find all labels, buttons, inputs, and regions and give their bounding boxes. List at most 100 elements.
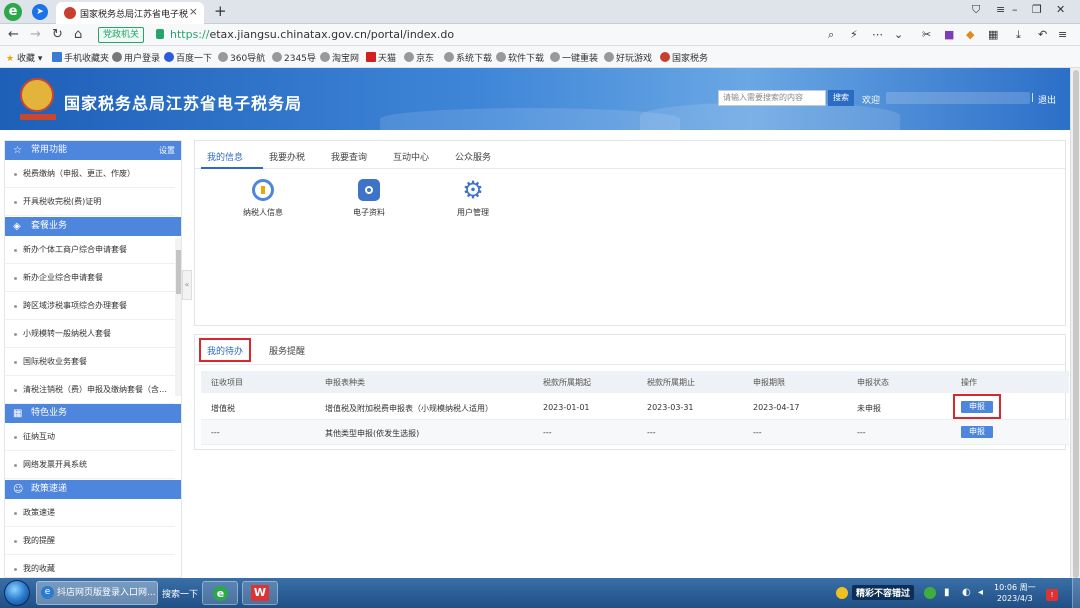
quick-user-management[interactable]: ⚙ 用户管理 <box>443 178 503 218</box>
window-close-icon[interactable]: ✕ <box>1056 3 1065 16</box>
cell: --- <box>543 428 552 437</box>
tab-tax-handling[interactable]: 我要办税 <box>269 150 305 163</box>
sidebar-item-package[interactable]: 小规模转一般纳税人套餐 <box>5 320 175 348</box>
header-separator: | <box>1031 93 1035 103</box>
taskbar-search[interactable]: 搜索一下 <box>162 587 198 600</box>
sidebar-item-tax-payment[interactable]: 税费缴纳（申报、更正、作废） <box>5 160 175 188</box>
new-tab-icon[interactable]: + <box>214 2 227 20</box>
browser-logo-icon[interactable]: e <box>4 3 22 21</box>
sidebar-item-favorites[interactable]: 我的收藏 <box>5 555 175 577</box>
lightning-icon[interactable]: ⚡ <box>850 28 858 41</box>
nav-tab-icon[interactable]: ➤ <box>32 4 48 20</box>
logout-link[interactable]: 退出 <box>1038 93 1056 106</box>
download-icon[interactable]: ⤓ <box>1016 28 1021 42</box>
tab-query[interactable]: 我要查询 <box>331 150 367 163</box>
bookmark-reinstall[interactable]: 一键重装 <box>550 51 598 64</box>
col-header: 申报状态 <box>857 378 889 387</box>
refresh-icon[interactable]: ↻ <box>52 27 63 42</box>
tab-title: 国家税务总局江苏省电子税务 <box>80 10 188 20</box>
highlight-box <box>199 338 251 362</box>
bookmark-2345[interactable]: 2345导 <box>272 51 316 64</box>
more-icon[interactable]: ⋯ <box>872 28 883 41</box>
bookmark-tmall[interactable]: 天猫 <box>366 51 396 64</box>
grid-icon: ▦ <box>13 408 23 419</box>
bookmark-baidu[interactable]: 百度一下 <box>164 51 212 64</box>
apps-grid-icon[interactable]: ▦ <box>988 28 998 41</box>
sidebar-item-policy[interactable]: 政策速递 <box>5 499 175 527</box>
tab-service-reminder[interactable]: 服务提醒 <box>269 344 305 357</box>
clock[interactable]: 10:06 周一 2023/4/3 <box>994 582 1036 604</box>
taskbar-app-wps[interactable]: W <box>242 581 278 605</box>
game-icon[interactable]: ◆ <box>966 28 974 41</box>
bookmark-favorites[interactable]: ★ 收藏 ▾ <box>6 51 42 64</box>
sidebar-head-common: ☆ 常用功能 设置 <box>5 141 181 160</box>
sidebar-item-package[interactable]: 新办个体工商户综合申请套餐 <box>5 236 175 264</box>
sidebar-item-tax-certificate[interactable]: 开具税收完税(费)证明 <box>5 188 175 216</box>
quick-taxpayer-info[interactable]: 纳税人信息 <box>233 179 293 218</box>
sidebar-item-package[interactable]: 新办企业综合申请套餐 <box>5 264 175 292</box>
security-icon[interactable]: ◐ <box>962 587 974 599</box>
col-header: 操作 <box>961 378 977 387</box>
cell: --- <box>211 428 220 437</box>
bookmark-jd[interactable]: 京东 <box>404 51 434 64</box>
bookmark-taobao[interactable]: 淘宝网 <box>320 51 359 64</box>
tab-close-icon[interactable]: × <box>189 5 198 18</box>
bookmarks-bar: ★ 收藏 ▾ 手机收藏夹 用户登录 百度一下 360导航 2345导 淘宝网 天… <box>0 46 1080 68</box>
bookmark-mobile[interactable]: 手机收藏夹 <box>52 51 109 64</box>
sidebar-item-reminder[interactable]: 我的提醒 <box>5 527 175 555</box>
sidebar-item-special[interactable]: 征纳互动 <box>5 423 175 451</box>
sidebar-collapse-icon[interactable]: « <box>182 270 192 300</box>
browser-menu-icon[interactable]: ≡ <box>1058 28 1067 41</box>
back-icon[interactable]: ← <box>8 27 19 42</box>
restore-icon[interactable]: ❐ <box>1032 3 1042 16</box>
bookmark-sysdl[interactable]: 系统下载 <box>444 51 492 64</box>
wechat-icon[interactable] <box>924 587 936 599</box>
url-text[interactable]: https://etax.jiangsu.chinatax.gov.cn/por… <box>170 28 454 41</box>
sidebar-scrollbar[interactable] <box>175 238 181 396</box>
shirt-skin-icon[interactable]: ⛉ <box>972 3 980 17</box>
notification-icon[interactable]: ! <box>1046 589 1058 601</box>
start-button[interactable] <box>4 580 30 606</box>
table-row: --- 其他类型申报(依发生选报) --- --- --- --- 申报 <box>201 420 1069 445</box>
bookmark-games[interactable]: 好玩游戏 <box>604 51 652 64</box>
site-search-input[interactable]: 请输入需要搜索的内容 <box>718 90 826 106</box>
page-scrollbar[interactable] <box>1070 68 1080 578</box>
status-cell: 未申报 <box>857 404 881 413</box>
highlight-box <box>953 394 1001 419</box>
undo-icon[interactable]: ↶ <box>1038 28 1047 41</box>
forward-icon[interactable]: → <box>30 27 41 42</box>
sidebar-item-special[interactable]: 网络发票开具系统 <box>5 451 175 479</box>
sidebar-settings-link[interactable]: 设置 <box>159 141 175 160</box>
address-bar[interactable]: 党政机关 https://etax.jiangsu.chinatax.gov.c… <box>98 26 818 44</box>
taskbar-app-browser[interactable]: e 抖店网页版登录入口网... <box>36 581 158 605</box>
home-icon[interactable]: ⌂ <box>74 27 82 42</box>
site-search-button[interactable]: 搜索 <box>828 90 854 106</box>
declare-button[interactable]: 申报 <box>961 426 993 438</box>
tab-my-info[interactable]: 我的信息 <box>207 150 243 163</box>
minimize-icon[interactable]: – <box>1012 3 1018 16</box>
bookmark-softdl[interactable]: 软件下载 <box>496 51 544 64</box>
bookmark-login[interactable]: 用户登录 <box>112 51 160 64</box>
chevron-down-icon[interactable]: ⌄ <box>894 28 903 41</box>
extension-icon[interactable]: ■ <box>944 28 954 41</box>
bookmark-360[interactable]: 360导航 <box>218 51 265 64</box>
volume-icon[interactable]: ◂ <box>978 587 990 599</box>
tray-news[interactable]: 精彩不容错过 <box>852 585 915 600</box>
quick-e-documents[interactable]: 电子资料 <box>339 179 399 218</box>
taskbar-app-browser2[interactable]: e <box>202 581 238 605</box>
network-icon[interactable]: ▮ <box>944 587 956 599</box>
bookmark-tax[interactable]: 国家税务 <box>660 51 708 64</box>
browser-tab-active[interactable]: 国家税务总局江苏省电子税务 × <box>56 2 204 24</box>
emoji-icon[interactable] <box>836 587 848 599</box>
active-tab-indicator <box>201 167 263 169</box>
search-icon[interactable]: ⌕ <box>828 28 834 42</box>
show-desktop-button[interactable] <box>1072 578 1080 608</box>
sidebar-item-package[interactable]: 跨区域涉税事项综合办理套餐 <box>5 292 175 320</box>
sidebar-item-package[interactable]: 国际税收业务套餐 <box>5 348 175 376</box>
menu-icon[interactable]: ≡ <box>996 3 1005 16</box>
scissors-icon[interactable]: ✂ <box>922 28 931 41</box>
tab-interaction[interactable]: 互动中心 <box>393 150 429 163</box>
sidebar-item-package[interactable]: 清税注销税（费）申报及缴纳套餐（含… <box>5 376 175 404</box>
user-name-redacted <box>886 92 1030 104</box>
tab-public-service[interactable]: 公众服务 <box>455 150 491 163</box>
